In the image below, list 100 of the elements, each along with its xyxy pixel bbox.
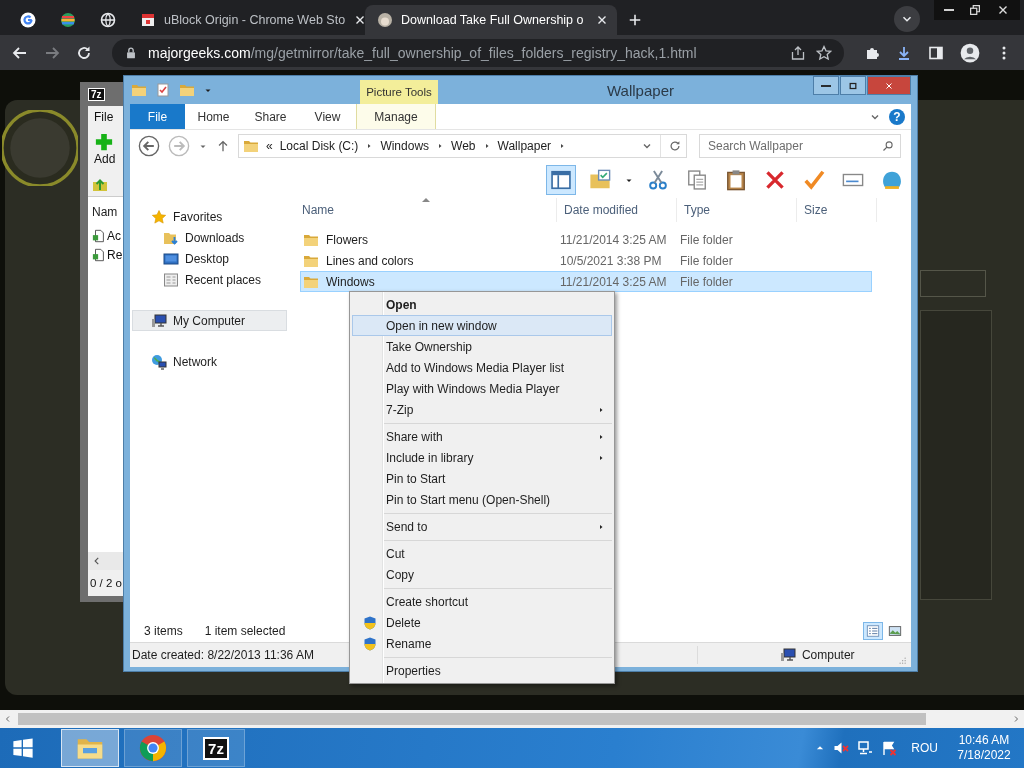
scrollbar-thumb[interactable] <box>18 713 926 725</box>
flag-icon[interactable] <box>881 740 898 756</box>
file-row[interactable]: Lines and colors 10/5/2021 3:38 PM File folder <box>300 250 872 271</box>
menu-item[interactable]: Send to <box>352 516 612 537</box>
nav-item[interactable]: Downloads <box>132 227 287 248</box>
back-arrow-icon <box>12 44 28 61</box>
browser-tab[interactable]: uBlock Origin - Chrome Web Sto <box>128 5 365 35</box>
column-header[interactable]: Date modified <box>557 198 677 222</box>
clock[interactable]: 10:46 AM 7/18/2022 <box>952 733 1016 763</box>
preview-pane-icon[interactable] <box>546 165 576 195</box>
nav-item[interactable]: Favorites <box>132 206 287 227</box>
menu-item[interactable]: Delete <box>352 612 612 633</box>
menu-item[interactable]: Cut <box>352 543 612 564</box>
browser-tab[interactable]: Download Take Full Ownership o <box>365 5 617 35</box>
download-icon[interactable] <box>896 44 912 61</box>
file-name[interactable]: Re <box>107 248 123 262</box>
picture-icon <box>888 624 902 638</box>
search-field[interactable]: Search Wallpaper <box>699 134 901 158</box>
tab-search-button[interactable] <box>894 6 920 32</box>
url-text: majorgeeks.com/mg/getmirror/take_full_ownership_of_files_folders_registry_hack,1.html <box>148 44 697 61</box>
star-icon <box>151 208 167 225</box>
file-row[interactable]: Windows 11/21/2014 3:25 AM File folder <box>300 271 872 292</box>
add-button[interactable]: Add <box>88 128 124 174</box>
overflow-chevron[interactable]: « <box>266 139 273 153</box>
horizontal-scrollbar[interactable] <box>88 552 124 570</box>
nav-item[interactable]: My Computer <box>132 310 287 331</box>
properties-icon[interactable] <box>155 82 171 98</box>
menu-item[interactable]: Copy <box>352 564 612 585</box>
details-list-icon <box>866 624 880 638</box>
minimize-button[interactable] <box>813 76 839 95</box>
up-folder-icon[interactable] <box>92 177 108 193</box>
file-row[interactable]: Flowers 11/21/2014 3:25 AM File folder <box>300 229 872 250</box>
menu-item[interactable]: Include in library <box>352 447 612 468</box>
page-box <box>920 270 986 297</box>
nav-item[interactable]: Network <box>132 351 287 372</box>
chevron-left-icon[interactable] <box>92 556 102 566</box>
back-button[interactable] <box>12 44 28 61</box>
help-button[interactable]: ? <box>889 108 905 125</box>
menu-item[interactable]: Pin to Start <box>352 468 612 489</box>
ribbon-tab[interactable]: Home <box>185 104 242 129</box>
archiver-taskbar-button[interactable]: 7z <box>187 729 245 767</box>
menu-item[interactable]: Create shortcut <box>352 591 612 612</box>
share-icon[interactable] <box>790 44 806 61</box>
nav-item[interactable]: Recent places <box>132 269 287 290</box>
menu-item[interactable]: Open <box>352 294 612 315</box>
bookmark-star-icon[interactable] <box>816 44 832 61</box>
up-arrow-icon[interactable] <box>216 139 230 153</box>
status-text: 0 / 2 o <box>90 577 122 589</box>
menu-item[interactable]: Properties <box>352 660 612 681</box>
horizontal-scrollbar[interactable] <box>0 710 1024 728</box>
ribbon-tab[interactable]: Manage <box>356 104 436 129</box>
desktop-icon <box>163 250 179 267</box>
menu-item[interactable]: Open in new window <box>352 315 612 336</box>
type-cell-text: File folder <box>679 274 734 289</box>
breadcrumb[interactable]: Wallpaper <box>497 139 552 153</box>
address-field[interactable]: « Local Disk (C:) Windows Web Wallpaper <box>238 134 687 158</box>
back-button[interactable] <box>138 135 160 157</box>
column-header[interactable]: Type <box>677 198 797 222</box>
column-header[interactable]: Size <box>797 198 877 222</box>
menu-item[interactable]: Rename <box>352 633 612 654</box>
ribbon-tab[interactable]: File <box>130 104 185 129</box>
resize-grip-icon[interactable] <box>897 655 907 665</box>
input-language[interactable]: ROU <box>911 741 938 755</box>
speaker-muted-icon[interactable] <box>833 740 850 756</box>
side-panel-icon[interactable] <box>928 44 944 61</box>
plus-icon <box>94 132 114 152</box>
chrome-taskbar-button[interactable] <box>124 729 182 767</box>
menu-item[interactable]: Pin to Start menu (Open-Shell) <box>352 489 612 510</box>
breadcrumb[interactable]: Web <box>451 139 476 153</box>
reload-icon <box>76 44 92 61</box>
nav-item[interactable]: Desktop <box>132 248 287 269</box>
type-cell-text: File folder <box>679 232 734 247</box>
column-header[interactable]: Nam <box>92 205 124 219</box>
maximize-icon <box>848 80 858 91</box>
location-text: Computer <box>801 648 856 662</box>
avatar-icon[interactable] <box>960 42 980 63</box>
ribbon-tab[interactable]: Share <box>242 104 299 129</box>
menu-item[interactable]: 7-Zip <box>352 399 612 420</box>
restore-icon[interactable] <box>968 3 982 17</box>
breadcrumb[interactable]: Windows <box>380 139 430 153</box>
details-view-button[interactable] <box>863 622 883 640</box>
file-name[interactable]: Ac <box>107 229 121 243</box>
details-text: Date created: 8/22/2013 11:36 AM <box>132 648 314 662</box>
reload-button[interactable] <box>76 44 92 61</box>
refresh-icon[interactable] <box>668 139 682 153</box>
app-logo: 7z <box>88 87 105 101</box>
menu-item[interactable]: Add to Windows Media Player list <box>352 357 612 378</box>
breadcrumb[interactable]: Local Disk (C:) <box>279 139 359 153</box>
network-icon[interactable] <box>857 740 874 756</box>
maximize-button[interactable] <box>840 76 866 95</box>
menu-item[interactable]: Take Ownership <box>352 336 612 357</box>
ribbon-tab[interactable]: View <box>299 104 356 129</box>
type-cell-text: File folder <box>679 253 734 268</box>
menu-item[interactable]: Share with <box>352 426 612 447</box>
menu-item[interactable]: Play with Windows Media Player <box>352 378 612 399</box>
item-count: 3 items <box>144 624 183 638</box>
file-name: Flowers <box>326 232 368 247</box>
address-bar[interactable]: majorgeeks.com/mg/getmirror/take_full_ownership_of_files_folders_registry_hack,1.html <box>112 38 844 67</box>
search-icon <box>882 140 894 152</box>
computer-icon <box>151 312 167 329</box>
